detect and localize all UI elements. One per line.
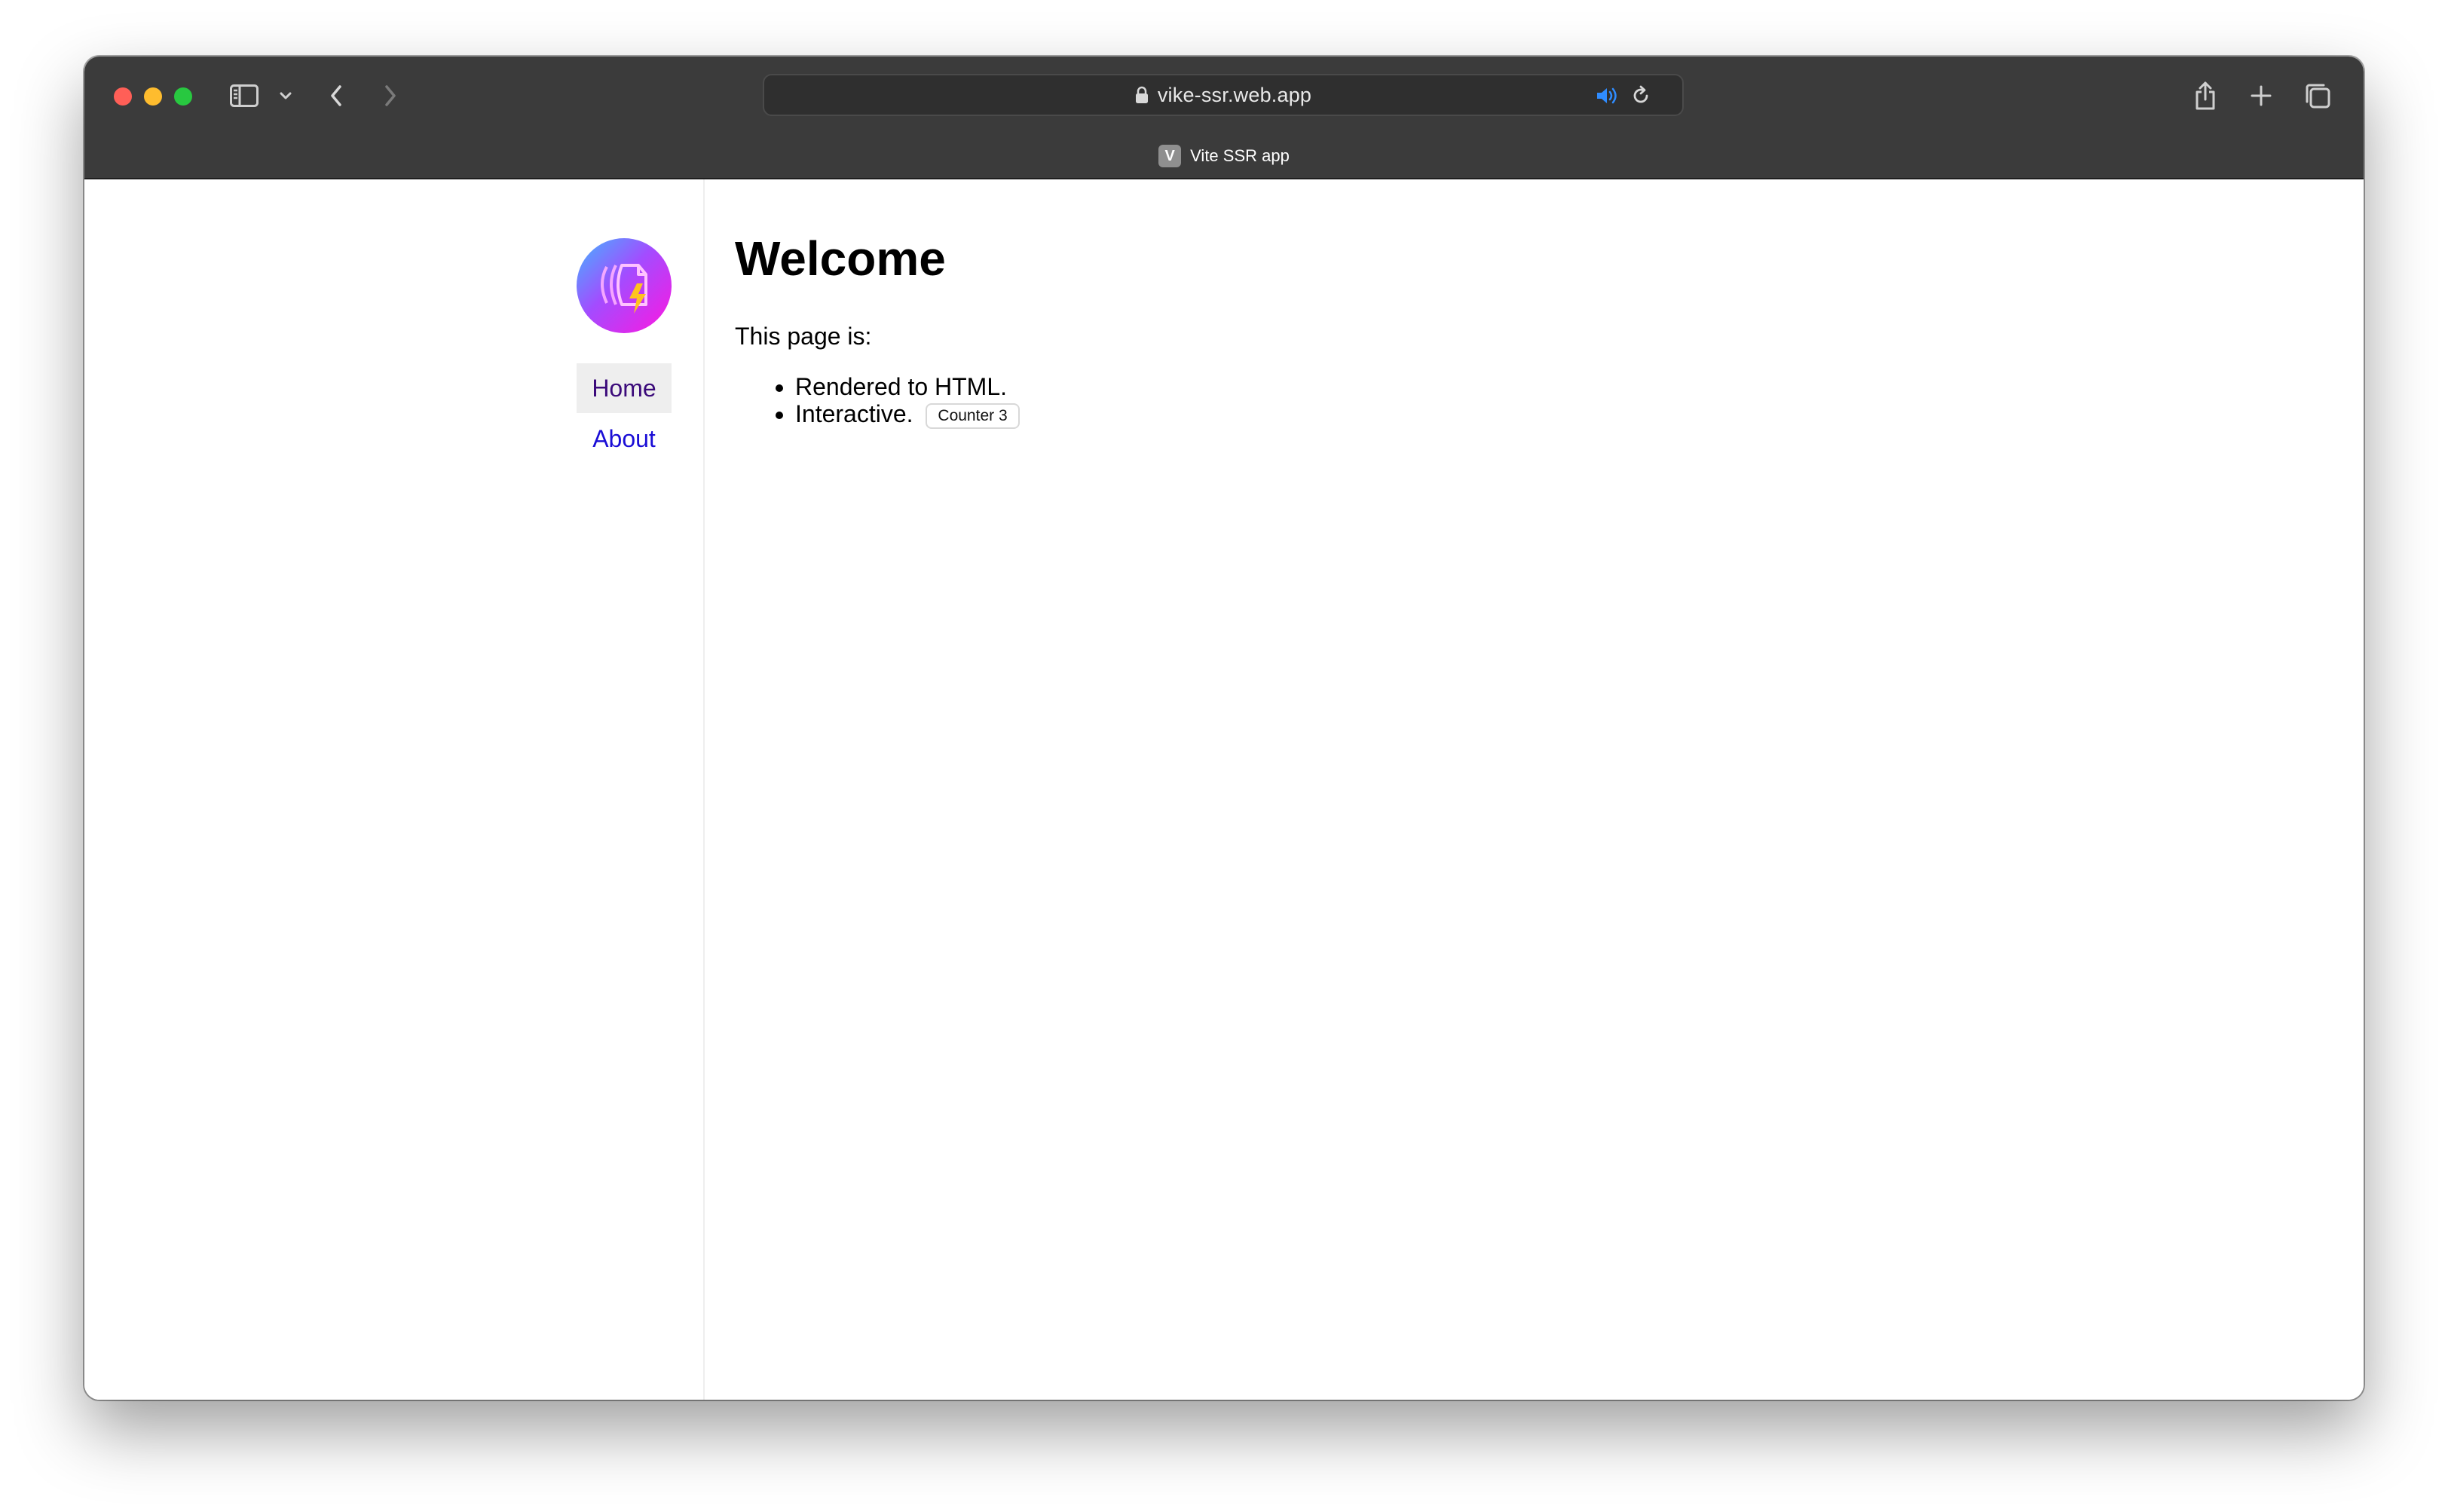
list-item-text: Interactive. [795,400,913,427]
favicon: V [1158,145,1182,167]
chevron-down-icon[interactable] [277,88,294,103]
plus-icon[interactable] [2248,82,2275,109]
list-item: Rendered to HTML. [795,373,1020,400]
tabs-overview-icon[interactable] [2303,81,2332,110]
active-tab[interactable]: V Vite SSR app [84,144,2364,168]
tab-title: Vite SSR app [1190,146,1290,165]
reload-icon[interactable] [1629,84,1652,107]
page-title: Welcome [735,231,946,286]
share-icon[interactable] [2192,79,2219,112]
close-window-button[interactable] [114,87,132,106]
web-page: Home About Welcome This page is: Rendere… [84,179,2364,1400]
nav-link-home[interactable]: Home [577,363,672,413]
intro-text: This page is: [735,323,872,350]
url-text: vike-ssr.web.app [1157,83,1312,106]
lock-icon [1135,86,1149,104]
vike-logo-icon[interactable] [575,237,673,335]
zoom-window-button[interactable] [174,87,192,106]
left-sidebar: Home About [84,179,705,1400]
chevron-left-icon[interactable] [326,81,347,110]
browser-window: vike-ssr.web.app V Vite SSR app Home Abo… [84,57,2364,1400]
address-bar[interactable]: vike-ssr.web.app [763,74,1684,116]
sidebar-icon[interactable] [229,82,259,109]
list-item-text: Rendered to HTML. [795,373,1008,400]
feature-list: Rendered to HTML. Interactive. Counter 3 [735,373,1020,429]
minimize-window-button[interactable] [144,87,162,106]
browser-toolbar: vike-ssr.web.app V Vite SSR app [84,57,2364,179]
list-item: Interactive. Counter 3 [795,400,1020,429]
nav-link-about[interactable]: About [577,414,672,464]
chevron-right-icon[interactable] [380,81,401,110]
speaker-icon[interactable] [1595,84,1620,107]
counter-button[interactable]: Counter 3 [926,403,1020,429]
